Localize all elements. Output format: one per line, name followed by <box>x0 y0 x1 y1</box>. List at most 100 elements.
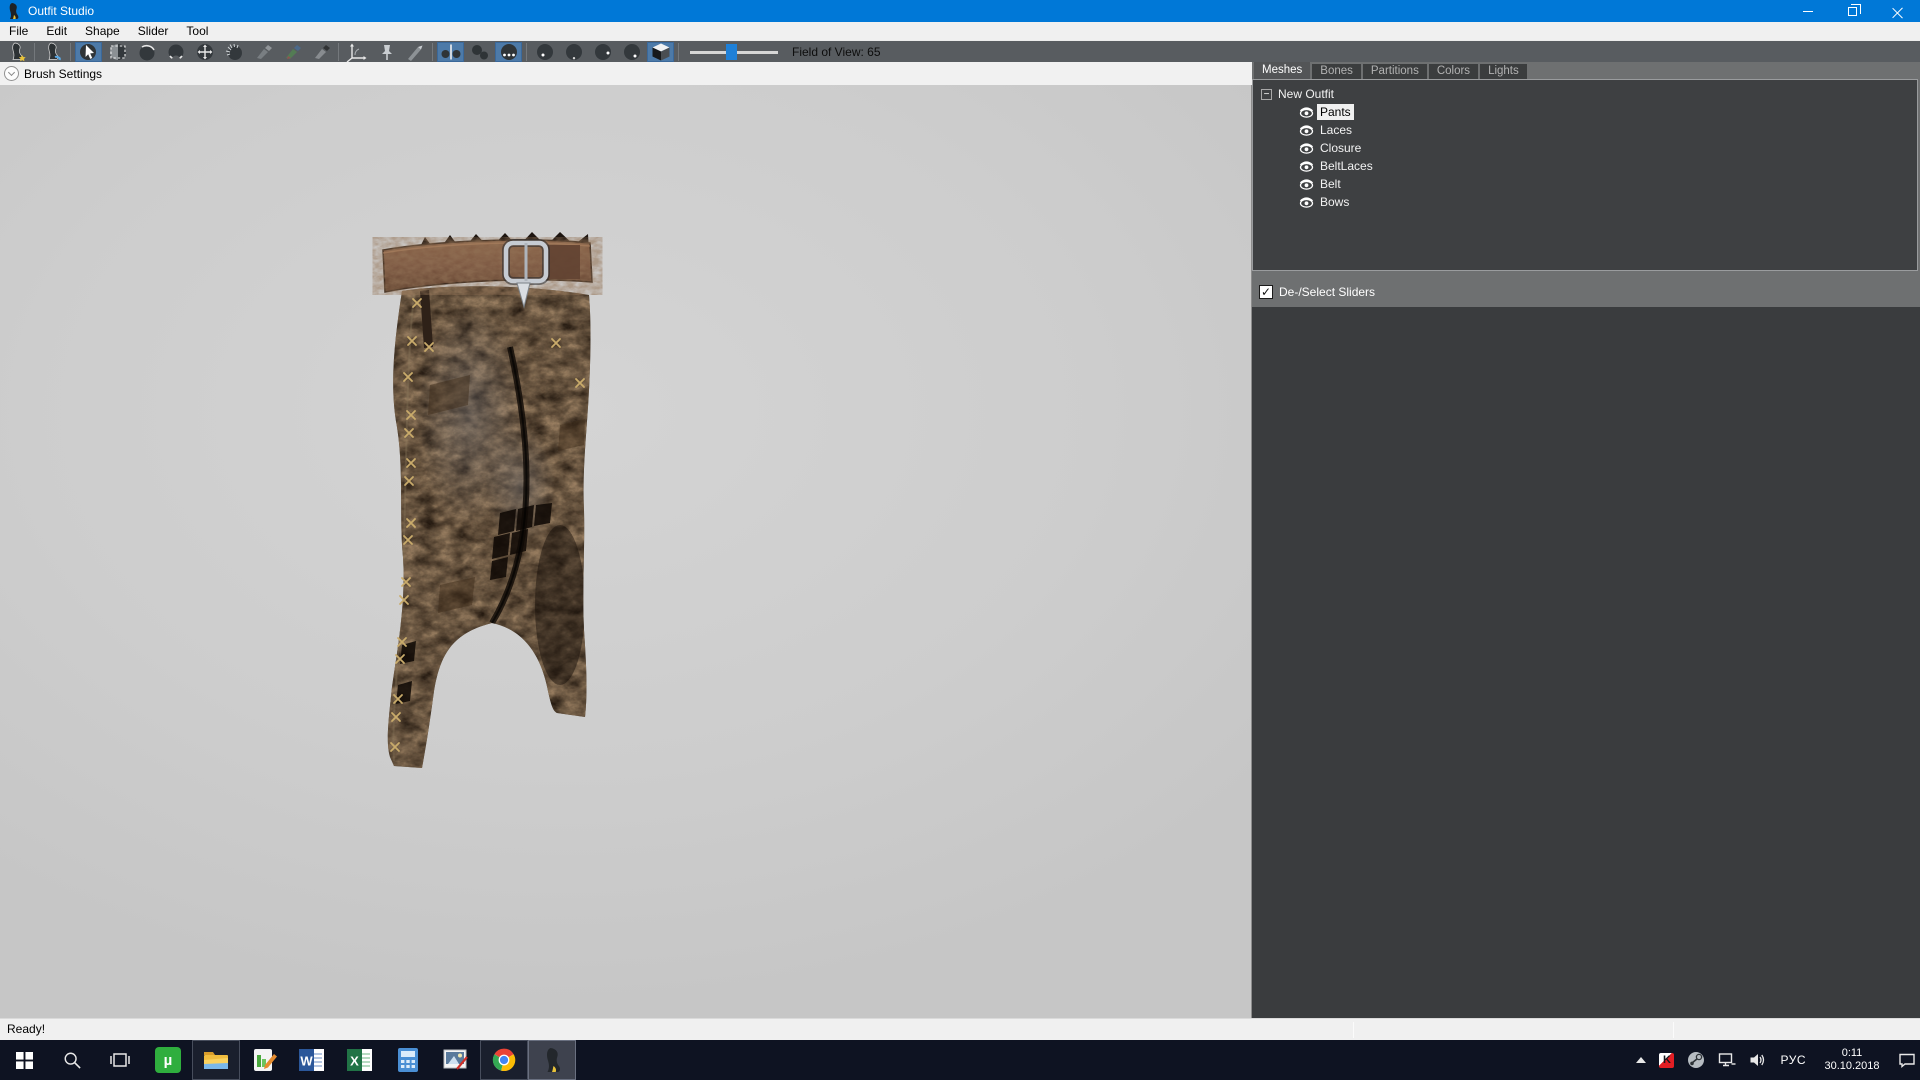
tree-item-label[interactable]: BeltLaces <box>1317 158 1376 174</box>
hidden-icons-chevron[interactable] <box>1636 1057 1646 1063</box>
deselect-sliders-header[interactable]: ✓ De-/Select Sliders <box>1252 278 1920 306</box>
toolbar-separator <box>34 43 35 61</box>
field-of-view-slider[interactable] <box>690 43 778 61</box>
sliders-panel[interactable] <box>1252 307 1920 1018</box>
chevron-down-icon[interactable] <box>4 66 19 81</box>
viewport-3d[interactable] <box>0 85 1252 1018</box>
menu-shape[interactable]: Shape <box>76 22 129 40</box>
menu-slider[interactable]: Slider <box>129 22 178 40</box>
svg-text:X: X <box>350 1054 359 1069</box>
tree-collapse-icon[interactable]: − <box>1261 89 1272 100</box>
outfit-studio-window: Outfit Studio File Edit Shape Slider Too… <box>0 0 1920 1080</box>
eye-icon[interactable] <box>1299 197 1314 208</box>
excel-button[interactable]: X <box>336 1040 384 1080</box>
close-icon <box>1892 6 1903 17</box>
tree-item-label[interactable]: Bows <box>1317 194 1352 210</box>
camera-back-button[interactable] <box>560 42 587 62</box>
load-project-button[interactable] <box>3 42 30 62</box>
action-center-icon[interactable] <box>1898 1051 1916 1069</box>
tab-meshes[interactable]: Meshes <box>1254 62 1310 79</box>
tree-item-label[interactable]: Pants <box>1317 104 1354 120</box>
clock[interactable]: 0:11 30.10.2018 <box>1819 1047 1885 1073</box>
tab-partitions[interactable]: Partitions <box>1363 64 1427 79</box>
volume-icon[interactable] <box>1749 1051 1767 1069</box>
utorrent-button[interactable]: µ <box>144 1040 192 1080</box>
restore-icon <box>1848 7 1857 16</box>
smooth-brush-button[interactable] <box>220 42 247 62</box>
slider-handle[interactable] <box>726 44 737 60</box>
search-button[interactable] <box>48 1040 96 1080</box>
tree-item-closure[interactable]: Closure <box>1253 139 1917 157</box>
toggle-x-mirror-button[interactable] <box>437 42 464 62</box>
status-pane-separator <box>1353 1022 1354 1038</box>
tab-bones[interactable]: Bones <box>1312 64 1361 79</box>
tree-item-belt[interactable]: Belt <box>1253 175 1917 193</box>
minimize-icon <box>1803 11 1813 12</box>
transform-tool-button[interactable] <box>343 42 370 62</box>
word-button[interactable]: W <box>288 1040 336 1080</box>
steam-icon[interactable] <box>1687 1051 1705 1069</box>
vertex-tool-button[interactable] <box>401 42 428 62</box>
camera-front-button[interactable] <box>531 42 558 62</box>
brush-settings-label: Brush Settings <box>24 67 102 81</box>
eye-icon[interactable] <box>1299 143 1314 154</box>
mask-brush-button[interactable] <box>104 42 131 62</box>
tree-item-laces[interactable]: Laces <box>1253 121 1917 139</box>
language-indicator[interactable]: РУС <box>1780 1053 1806 1067</box>
tree-item-beltlaces[interactable]: BeltLaces <box>1253 157 1917 175</box>
menu-tool[interactable]: Tool <box>177 22 217 40</box>
tree-item-label[interactable]: Laces <box>1317 122 1355 138</box>
image-viewer-icon <box>442 1047 470 1073</box>
eye-icon[interactable] <box>1299 107 1314 118</box>
eye-icon[interactable] <box>1299 179 1314 190</box>
chrome-button[interactable] <box>480 1040 528 1080</box>
pin-tool-button[interactable] <box>372 42 399 62</box>
file-explorer-button[interactable] <box>192 1040 240 1080</box>
eye-icon[interactable] <box>1299 125 1314 136</box>
sliders-header-band: ✓ De-/Select Sliders <box>1252 271 1920 307</box>
save-project-button[interactable] <box>39 42 66 62</box>
toggle-global-brush-button[interactable] <box>495 42 522 62</box>
pants-mesh <box>0 85 1252 1018</box>
checkbox-checked-icon[interactable]: ✓ <box>1259 285 1273 299</box>
minimize-button[interactable] <box>1785 0 1830 22</box>
field-of-view-label: Field of View: 65 <box>792 45 881 59</box>
tree-item-label[interactable]: Closure <box>1317 140 1364 156</box>
bodyslide-app-button[interactable] <box>528 1040 576 1080</box>
tree-item-pants[interactable]: Pants <box>1253 103 1917 121</box>
toggle-perspective-button[interactable] <box>647 42 674 62</box>
move-brush-button[interactable] <box>191 42 218 62</box>
menu-edit[interactable]: Edit <box>37 22 76 40</box>
title-bar[interactable]: Outfit Studio <box>0 0 1920 22</box>
inflate-brush-button[interactable] <box>133 42 160 62</box>
network-icon[interactable] <box>1718 1051 1736 1069</box>
camera-right-button[interactable] <box>618 42 645 62</box>
panel-tabs: Meshes Bones Partitions Colors Lights <box>1252 62 1920 79</box>
taskbar: µ <box>0 1040 1920 1080</box>
calculator-button[interactable] <box>384 1040 432 1080</box>
tree-item-bows[interactable]: Bows <box>1253 193 1917 211</box>
restore-button[interactable] <box>1830 0 1875 22</box>
menu-file[interactable]: File <box>0 22 37 40</box>
tree-item-label[interactable]: Belt <box>1317 176 1344 192</box>
eye-icon[interactable] <box>1299 161 1314 172</box>
toggle-connected-only-button[interactable] <box>466 42 493 62</box>
deflate-brush-button[interactable] <box>162 42 189 62</box>
kaspersky-icon[interactable]: K <box>1659 1053 1674 1068</box>
notepad-button[interactable] <box>240 1040 288 1080</box>
close-button[interactable] <box>1875 0 1920 22</box>
brush-settings-header[interactable]: Brush Settings <box>0 62 1252 85</box>
camera-left-button[interactable] <box>589 42 616 62</box>
app-logo-icon <box>5 3 21 19</box>
tab-lights[interactable]: Lights <box>1480 64 1527 79</box>
tab-colors[interactable]: Colors <box>1429 64 1478 79</box>
select-tool-button[interactable] <box>75 42 102 62</box>
start-button[interactable] <box>0 1040 48 1080</box>
tree-root-row[interactable]: − New Outfit <box>1253 85 1917 103</box>
alpha-brush-button[interactable] <box>307 42 334 62</box>
task-view-button[interactable] <box>96 1040 144 1080</box>
folder-icon <box>202 1048 230 1072</box>
color-brush-button[interactable] <box>278 42 305 62</box>
weight-brush-button[interactable] <box>249 42 276 62</box>
image-viewer-button[interactable] <box>432 1040 480 1080</box>
